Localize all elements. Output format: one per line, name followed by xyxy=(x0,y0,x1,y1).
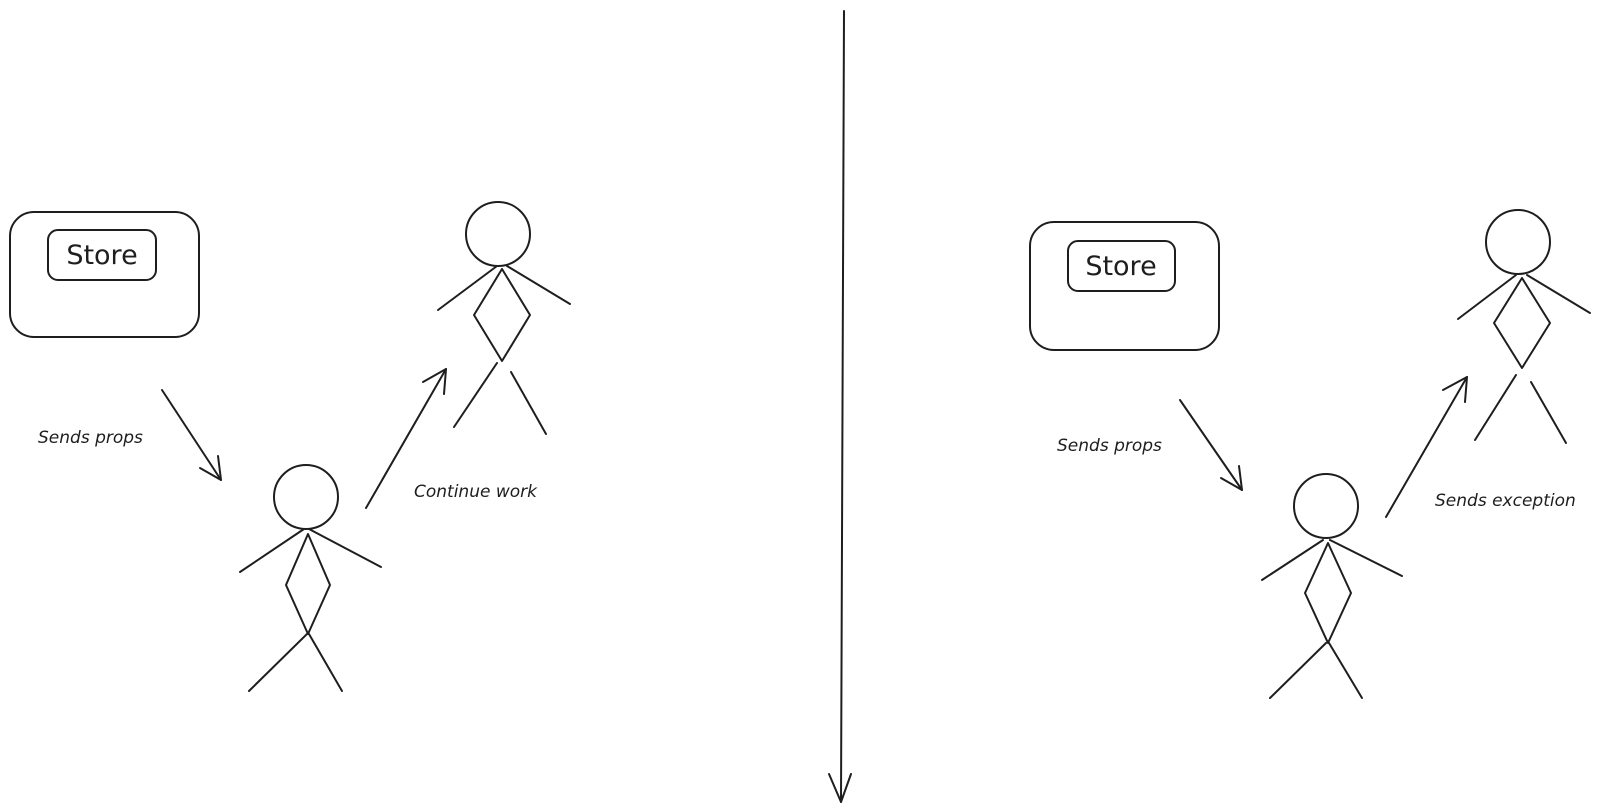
right-parent-body xyxy=(1493,277,1551,369)
left-scenario: Store Sends props Continue work xyxy=(9,201,571,692)
right-component-figure xyxy=(1261,473,1403,699)
left-sends-props-label: Sends props xyxy=(38,428,143,448)
left-component-head xyxy=(273,464,339,530)
divider-arrow xyxy=(828,10,852,803)
left-store-label: Store xyxy=(66,240,137,271)
right-scenario: Store Sends props Sends exception xyxy=(1029,209,1591,699)
right-parent-figure xyxy=(1457,209,1591,444)
right-arrow-sends-props xyxy=(1179,399,1243,491)
right-parent-head xyxy=(1485,209,1551,275)
left-component-figure xyxy=(239,464,382,692)
diagram-canvas: Store Sends props Continue work Store Se… xyxy=(9,10,1591,803)
left-component-body xyxy=(285,533,331,635)
left-parent-head xyxy=(465,201,531,267)
right-component-head xyxy=(1293,473,1359,539)
right-component-body xyxy=(1304,542,1352,644)
left-continue-work-label: Continue work xyxy=(414,482,538,502)
left-parent-body xyxy=(473,268,531,362)
right-sends-props-label: Sends props xyxy=(1057,436,1162,456)
right-sends-exception-label: Sends exception xyxy=(1435,491,1576,511)
right-store-label: Store xyxy=(1085,251,1156,282)
left-arrow-sends-props xyxy=(161,389,222,481)
left-parent-figure xyxy=(437,201,571,435)
